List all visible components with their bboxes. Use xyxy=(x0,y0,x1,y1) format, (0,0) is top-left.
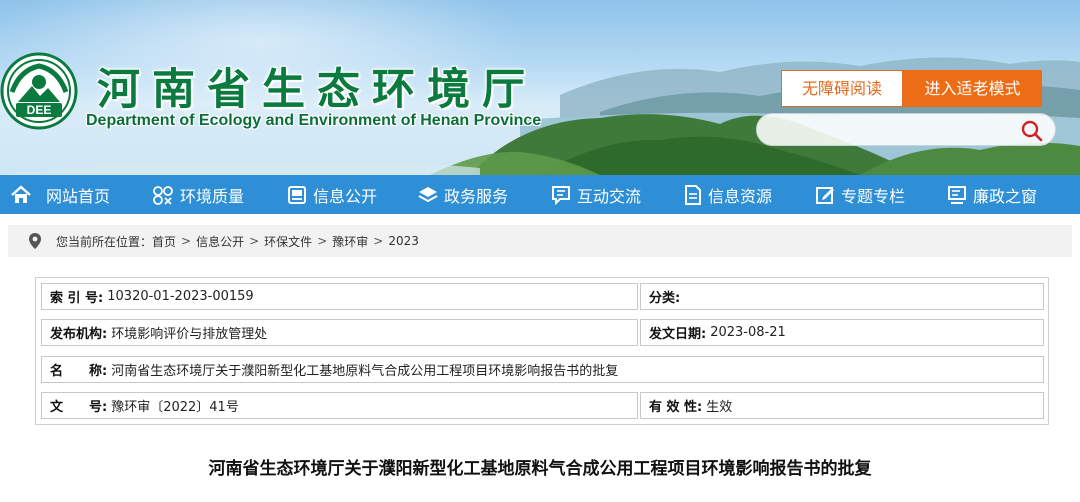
home-icon xyxy=(11,184,31,203)
breadcrumb-year[interactable]: 2023 xyxy=(388,234,419,248)
nav-label: 信息资源 xyxy=(708,186,773,206)
site-title: 河南省生态环境厅 xyxy=(97,65,537,115)
document-number-cell: 文 号: 豫环审〔2022〕41号 xyxy=(41,392,638,419)
nav-label: 政务服务 xyxy=(444,186,509,206)
issue-date-value: 2023-08-21 xyxy=(710,325,786,340)
main-nav: 网站首页 环境质量 信息公开 政务服务 互动交流 信息资源 专题专栏 廉政之窗 xyxy=(0,175,1080,214)
document-number-label: 文 号: xyxy=(50,400,108,415)
monitor-icon xyxy=(948,185,966,204)
index-number-label: 索 引 号: xyxy=(50,291,104,306)
breadcrumb-separator: > xyxy=(317,234,328,248)
layers-icon xyxy=(418,186,438,202)
nav-item-home[interactable]: 网站首页 xyxy=(10,175,110,214)
breadcrumb-prefix: 您当前所在位置： xyxy=(56,234,153,249)
breadcrumb: 您当前所在位置： 首页 > 信息公开 > 环保文件 > 豫环审 > 2023 xyxy=(8,225,1072,257)
file-icon xyxy=(685,184,701,205)
breadcrumb-env-documents[interactable]: 环保文件 xyxy=(264,233,312,250)
location-pin-icon xyxy=(29,233,41,249)
validity-cell: 有 效 性: 生效 xyxy=(640,392,1044,419)
nav-item-environment-quality[interactable]: 环境质量 xyxy=(152,175,244,214)
document-name-label: 名 称: xyxy=(50,364,108,379)
flower-icon xyxy=(153,185,173,205)
breadcrumb-separator: > xyxy=(249,234,260,248)
nav-item-info-disclosure[interactable]: 信息公开 xyxy=(287,175,377,214)
category-label: 分类: xyxy=(649,291,681,306)
nav-item-info-resources[interactable]: 信息资源 xyxy=(684,175,772,214)
publisher-cell: 发布机构: 环境影响评价与排放管理处 xyxy=(41,319,638,346)
nav-item-government-services[interactable]: 政务服务 xyxy=(418,175,508,214)
nav-item-interaction[interactable]: 互动交流 xyxy=(551,175,641,214)
chat-icon xyxy=(552,185,570,205)
nav-label: 环境质量 xyxy=(180,186,245,206)
index-number-cell: 索 引 号: 10320-01-2023-00159 xyxy=(41,283,638,310)
nav-label: 网站首页 xyxy=(46,186,111,206)
site-header: DEE 河南省生态环境厅 Department of Ecology and E… xyxy=(0,0,1080,175)
site-subtitle: Department of Ecology and Environment of… xyxy=(86,112,542,129)
breadcrumb-home[interactable]: 首页 xyxy=(152,233,176,250)
publisher-label: 发布机构: xyxy=(50,327,108,342)
index-number-value: 10320-01-2023-00159 xyxy=(107,289,254,304)
dee-logo: DEE xyxy=(0,52,78,130)
nav-label: 信息公开 xyxy=(313,186,378,206)
elder-mode-button[interactable]: 进入适老模式 xyxy=(903,70,1042,107)
svg-text:DEE: DEE xyxy=(27,103,52,117)
nav-item-special-topics[interactable]: 专题专栏 xyxy=(815,175,905,214)
validity-label: 有 效 性: xyxy=(649,400,703,415)
document-info-table: 索 引 号: 10320-01-2023-00159 分类: 发布机构: 环境影… xyxy=(35,277,1049,425)
issue-date-label: 发文日期: xyxy=(649,327,707,342)
validity-value: 生效 xyxy=(706,400,733,415)
edit-icon xyxy=(816,186,834,204)
search-input[interactable] xyxy=(773,118,1013,142)
nav-label: 专题专栏 xyxy=(841,186,906,206)
nav-item-integrity-window[interactable]: 廉政之窗 xyxy=(947,175,1037,214)
breadcrumb-separator: > xyxy=(373,234,384,248)
publisher-value: 环境影响评价与排放管理处 xyxy=(111,327,268,342)
breadcrumb-yuhuanshen[interactable]: 豫环审 xyxy=(332,233,368,250)
accessibility-reading-button[interactable]: 无障碍阅读 xyxy=(781,70,903,107)
breadcrumb-info-disclosure[interactable]: 信息公开 xyxy=(196,233,244,250)
issue-date-cell: 发文日期: 2023-08-21 xyxy=(640,319,1044,346)
search-icon[interactable] xyxy=(1021,120,1043,142)
search-box xyxy=(756,113,1056,146)
document-name-cell: 名 称: 河南省生态环境厅关于濮阳新型化工基地原料气合成公用工程项目环境影响报告… xyxy=(41,356,1044,383)
document-number-value: 豫环审〔2022〕41号 xyxy=(111,400,239,415)
category-cell: 分类: xyxy=(640,283,1044,310)
nav-label: 互动交流 xyxy=(577,186,642,206)
document-icon xyxy=(288,185,306,204)
nav-label: 廉政之窗 xyxy=(973,186,1038,206)
breadcrumb-separator: > xyxy=(181,234,192,248)
document-name-value: 河南省生态环境厅关于濮阳新型化工基地原料气合成公用工程项目环境影响报告书的批复 xyxy=(111,364,619,379)
article-title: 河南省生态环境厅关于濮阳新型化工基地原料气合成公用工程项目环境影响报告书的批复 xyxy=(208,459,872,479)
